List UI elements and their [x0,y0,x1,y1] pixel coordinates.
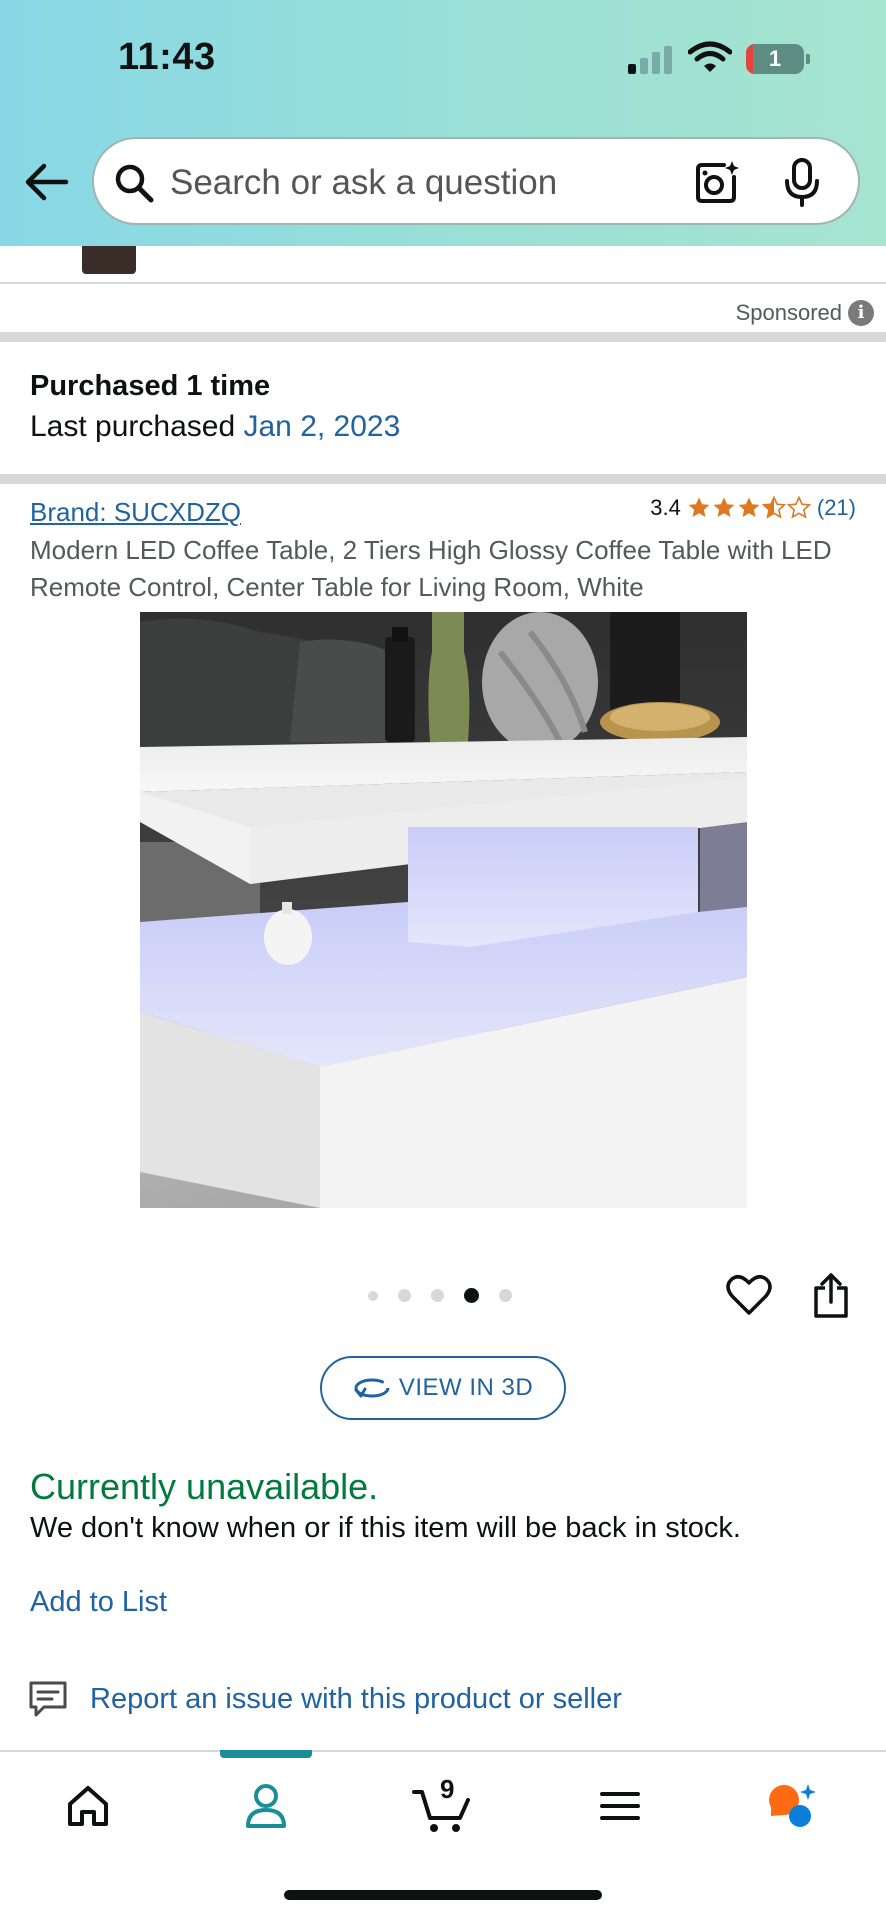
last-purchased-date[interactable]: Jan 2, 2023 [243,410,400,443]
brand-link[interactable]: Brand: SUCXDZQ [30,497,241,528]
menu-icon[interactable] [590,1778,650,1834]
previous-section-strip [0,246,886,284]
carousel-dot[interactable] [431,1289,444,1302]
availability-status: Currently unavailable. [30,1466,379,1507]
last-purchased-label: Last purchased [30,410,244,443]
view-in-3d-button[interactable]: VIEW IN 3D [320,1356,566,1420]
search-bar[interactable] [92,137,860,225]
share-icon[interactable] [812,1272,850,1318]
battery-icon: 1 [746,44,810,74]
wifi-icon [688,41,732,72]
last-purchased: Last purchased Jan 2, 2023 [30,410,400,444]
app-header: 11:43 1 [0,0,886,246]
back-arrow-icon[interactable] [22,160,70,204]
add-to-list-link[interactable]: Add to List [30,1586,167,1619]
rating-stars [687,496,811,520]
cellular-signal-icon [628,46,674,74]
heart-icon[interactable] [726,1274,772,1316]
carousel-dot[interactable] [499,1289,512,1302]
sponsored-label[interactable]: Sponsored i [736,300,874,326]
rotate-3d-icon [354,1378,390,1398]
star-half-icon [761,496,786,519]
rating-value: 3.4 [650,495,681,520]
section-divider [0,474,886,484]
previous-product-thumbnail[interactable] [82,246,136,274]
cart-count: 9 [440,1774,455,1804]
account-icon[interactable] [236,1778,296,1834]
product-page: 11:43 1 Search or ask a question Sponsor… [0,0,886,1920]
view-in-3d-label: VIEW IN 3D [398,1374,534,1401]
nav-active-indicator [220,1750,312,1758]
carousel-dot-active[interactable] [464,1288,479,1303]
search-icon [115,164,154,203]
camera-lens-icon[interactable] [694,159,740,205]
report-chat-icon [29,1681,67,1717]
info-icon[interactable]: i [848,300,874,326]
review-count[interactable]: (21) [817,495,856,521]
carousel-dot[interactable] [368,1290,378,1301]
battery-level: 1 [768,46,782,71]
product-image[interactable] [140,612,747,1208]
report-issue-label: Report an issue with this product or sel… [90,1682,622,1715]
status-time: 11:43 [118,36,216,78]
star-empty-icon [786,496,811,519]
cart-button[interactable]: 9 [410,1774,476,1834]
product-title: Modern LED Coffee Table, 2 Tiers High Gl… [30,535,832,602]
sponsored-text: Sponsored [735,300,842,325]
section-divider [0,332,886,342]
home-indicator [284,1890,602,1900]
carousel-dot[interactable] [398,1289,411,1302]
purchase-count: Purchased 1 time [30,370,271,402]
rufus-assistant-icon[interactable] [762,1778,822,1834]
availability-note: We don't know when or if this item will … [30,1512,741,1544]
microphone-icon[interactable] [782,157,822,207]
rating-summary[interactable]: 3.4 (21) [650,495,856,521]
star-full-icon [688,497,710,517]
search-input[interactable] [170,157,670,209]
star-full-icon [713,497,735,517]
report-issue-link[interactable]: Report an issue with this product or sel… [28,1680,622,1718]
image-carousel-dots[interactable] [368,1288,512,1303]
home-icon[interactable] [58,1778,118,1834]
star-full-icon [738,497,760,517]
